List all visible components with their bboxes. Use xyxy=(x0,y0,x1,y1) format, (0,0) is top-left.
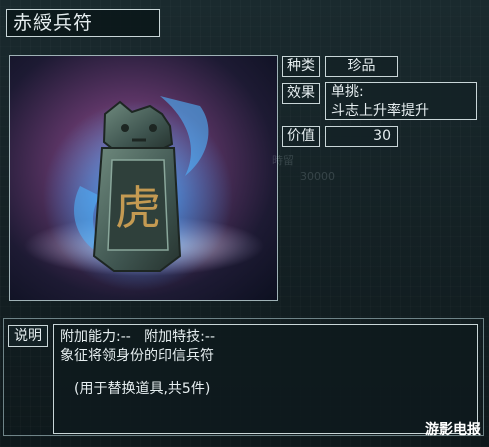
description-line-1: 附加能力:-- 附加特技:-- xyxy=(60,329,215,345)
description-line-3: (用于替换道具,共5件) xyxy=(74,381,211,397)
effect-value: 单挑: 斗志上升率提升 xyxy=(325,82,477,120)
category-label: 种类 xyxy=(282,56,320,77)
tiger-tally-illustration: 虎 xyxy=(24,96,264,291)
value-amount: 30 xyxy=(325,126,398,147)
effect-label: 效果 xyxy=(282,83,320,104)
watermark: 游影电报 xyxy=(425,422,481,438)
description-label: 说明 xyxy=(8,325,48,347)
tiger-glyph: 虎 xyxy=(115,181,161,235)
ghost-text-b: 30000 xyxy=(300,170,335,183)
effect-line-2: 斗志上升率提升 xyxy=(331,103,429,119)
effect-line-1: 单挑: xyxy=(331,84,364,100)
item-image: 虎 xyxy=(9,55,278,301)
description-line-2: 象征将领身份的印信兵符 xyxy=(60,348,214,364)
category-value: 珍品 xyxy=(325,56,398,77)
ghost-text-a: 時留 xyxy=(272,154,294,167)
description-text: 附加能力:-- 附加特技:-- 象征将领身份的印信兵符 (用于替换道具,共5件) xyxy=(53,324,478,434)
value-label: 价值 xyxy=(282,126,320,147)
item-name-title: 赤綬兵符 xyxy=(6,9,160,37)
